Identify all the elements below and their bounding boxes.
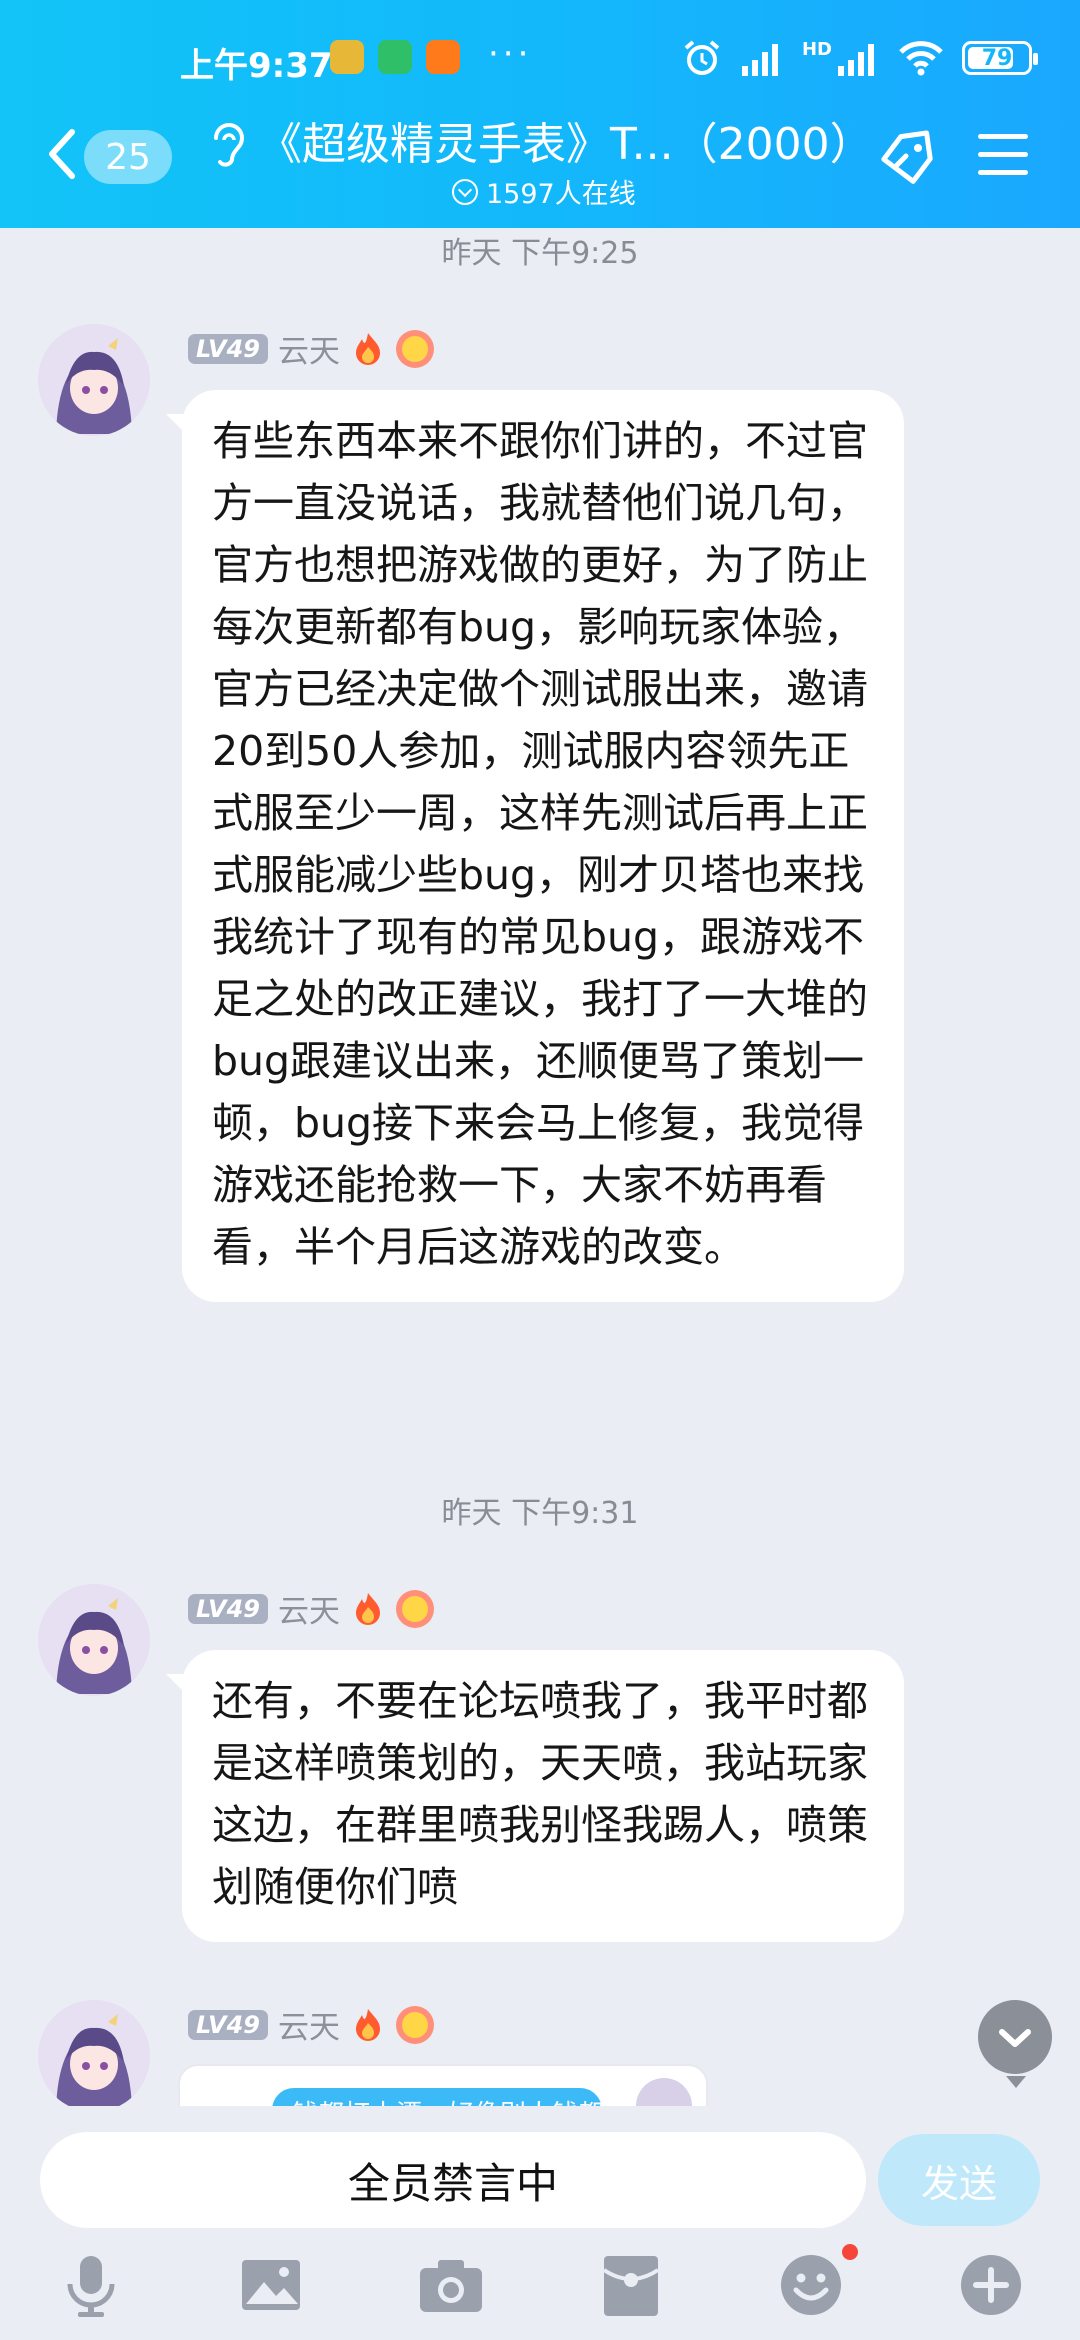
status-bar: 上午9:37 ··· HD 79 xyxy=(0,0,1080,120)
message-text: 还有，不要在论坛喷我了，我平时都是这样喷策划的，天天喷，我站玩家这边，在群里喷我… xyxy=(212,1677,868,1911)
battery-level: 79 xyxy=(981,45,1013,71)
back-arrow-icon[interactable] xyxy=(42,124,82,184)
alarm-icon xyxy=(684,40,720,75)
emoji-icon[interactable] xyxy=(776,2250,846,2320)
message-timestamp: 昨天 下午9:31 xyxy=(441,1496,639,1531)
ear-icon[interactable] xyxy=(208,118,248,174)
message-bubble[interactable]: 有些东西本来不跟你们讲的，不过官方一直没说话，我就替他们说几句，官方也想把游戏做… xyxy=(166,390,904,1302)
network-type-label: HD xyxy=(801,38,832,60)
avatar[interactable] xyxy=(38,2000,150,2112)
message-timestamp: 昨天 下午9:25 xyxy=(441,236,639,271)
sender-meta: LV49 云天 xyxy=(188,326,434,371)
status-time: 上午9:37 xyxy=(180,46,333,86)
level-badge: LV49 xyxy=(188,333,268,364)
fire-icon xyxy=(355,2008,380,2041)
online-status[interactable]: 1597人在线 xyxy=(452,172,636,211)
avatar[interactable] xyxy=(38,1584,150,1696)
notification-dot xyxy=(842,2244,858,2260)
menu-icon[interactable] xyxy=(978,134,1028,176)
sender-name[interactable]: 云天 xyxy=(278,1586,340,1631)
avatar[interactable] xyxy=(38,324,150,436)
emoji-badge-icon xyxy=(395,1589,434,1628)
sender-meta: LV49 云天 xyxy=(188,2002,434,2047)
plus-icon[interactable] xyxy=(956,2250,1026,2320)
status-icons: HD 79 xyxy=(682,36,1038,80)
anime-avatar-icon xyxy=(38,2000,150,2112)
game-app-icon xyxy=(330,40,364,74)
image-icon[interactable] xyxy=(236,2250,306,2320)
more-notifications-icon: ··· xyxy=(488,34,533,74)
sender-name[interactable]: 云天 xyxy=(278,2002,340,2047)
message-text: 有些东西本来不跟你们讲的，不过官方一直没说话，我就替他们说几句，官方也想把游戏做… xyxy=(212,417,868,1271)
sender-meta: LV49 云天 xyxy=(188,1586,434,1631)
sender-name[interactable]: 云天 xyxy=(278,326,340,371)
red-packet-icon[interactable] xyxy=(596,2250,666,2320)
battery-icon: 79 xyxy=(962,41,1038,75)
level-badge: LV49 xyxy=(188,1593,268,1624)
fire-icon xyxy=(355,332,380,365)
shield-app-icon xyxy=(378,40,412,74)
mi-app-icon xyxy=(426,40,460,74)
message-bubble[interactable]: 还有，不要在论坛喷我了，我平时都是这样喷策划的，天天喷，我站玩家这边，在群里喷我… xyxy=(166,1650,904,1942)
chevron-down-icon xyxy=(999,2029,1031,2047)
muted-label: 全员禁言中 xyxy=(347,2158,558,2208)
send-button[interactable]: 发送 xyxy=(878,2134,1040,2226)
mic-icon[interactable] xyxy=(56,2250,126,2320)
input-toolbar xyxy=(0,2242,1080,2340)
online-check-icon xyxy=(452,178,478,205)
emoji-badge-icon xyxy=(395,2005,434,2044)
level-badge: LV49 xyxy=(188,2009,268,2040)
camera-icon[interactable] xyxy=(416,2250,486,2320)
chat-title[interactable]: 《超级精灵手表》T...（2000） xyxy=(258,108,868,172)
send-label: 发送 xyxy=(920,2161,997,2206)
chat-header: 上午9:37 ··· HD 79 25 《超级精灵手表》T...（2000） 1… xyxy=(0,0,1080,228)
emoji-badge-icon xyxy=(395,329,434,368)
group-tag-icon[interactable] xyxy=(874,126,940,192)
message-input-muted: 全员禁言中 xyxy=(40,2132,866,2228)
unread-count: 25 xyxy=(105,136,151,178)
anime-avatar-icon xyxy=(38,1584,150,1696)
wifi-icon xyxy=(899,41,943,76)
signal-hd-icon xyxy=(838,44,874,76)
fire-icon xyxy=(355,1592,380,1625)
anime-avatar-icon xyxy=(38,324,150,436)
scroll-to-bottom-button[interactable] xyxy=(978,2000,1052,2088)
unread-count-badge[interactable]: 25 xyxy=(84,130,172,184)
signal-icon xyxy=(741,44,778,76)
online-count: 1597人在线 xyxy=(486,179,636,210)
